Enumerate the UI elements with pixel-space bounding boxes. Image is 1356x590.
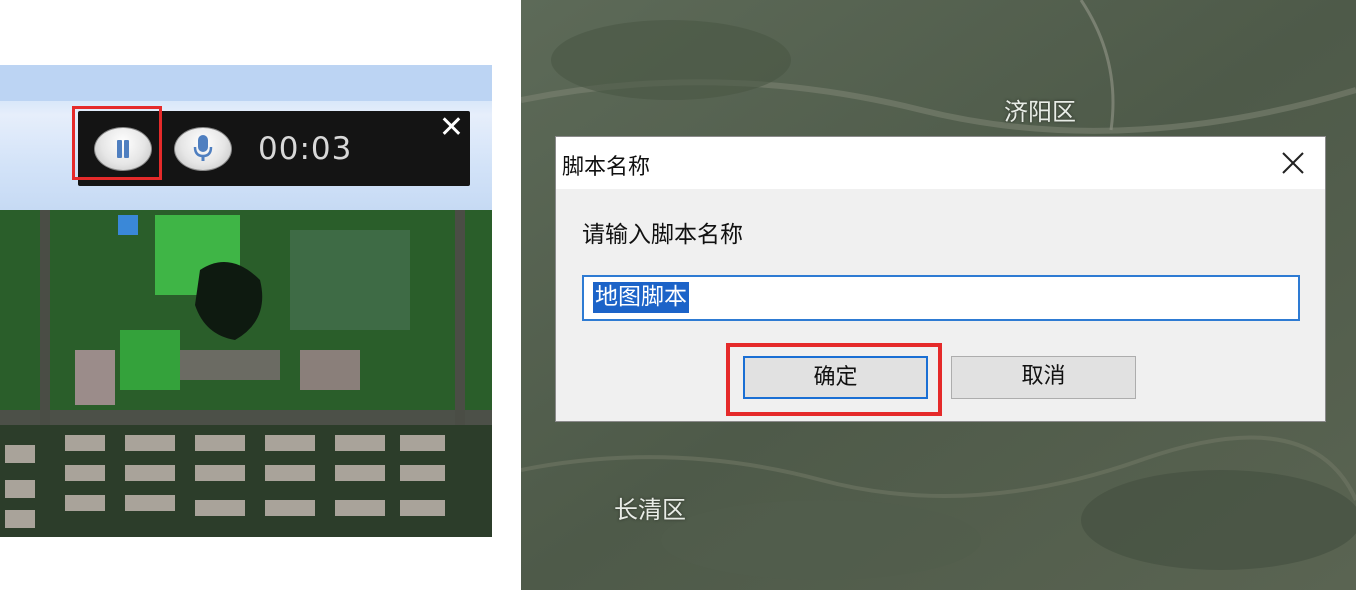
script-name-input-value: 地图脚本 xyxy=(593,282,689,313)
ok-button-highlight xyxy=(726,343,942,416)
microphone-button[interactable] xyxy=(174,127,232,171)
cancel-button[interactable]: 取消 xyxy=(951,356,1136,399)
close-recorder-icon[interactable]: ✕ xyxy=(439,113,464,143)
app-toolbar-strip xyxy=(0,65,492,101)
microphone-icon xyxy=(193,135,213,161)
dialog-prompt-label: 请输入脚本名称 xyxy=(582,222,743,248)
dialog-titlebar: 脚本名称 xyxy=(556,137,1325,189)
map-label-jiyang: 济阳区 xyxy=(1004,98,1076,126)
pause-button-highlight xyxy=(72,106,162,180)
close-icon[interactable] xyxy=(1279,149,1307,177)
map-label-changqing: 长清区 xyxy=(614,496,686,524)
script-name-input[interactable] xyxy=(582,275,1300,321)
satellite-map-image xyxy=(0,210,492,537)
left-screenshot-panel: 00:03 ✕ xyxy=(0,0,520,590)
recording-timer: 00:03 xyxy=(258,131,353,167)
dialog-title: 脚本名称 xyxy=(562,155,651,180)
